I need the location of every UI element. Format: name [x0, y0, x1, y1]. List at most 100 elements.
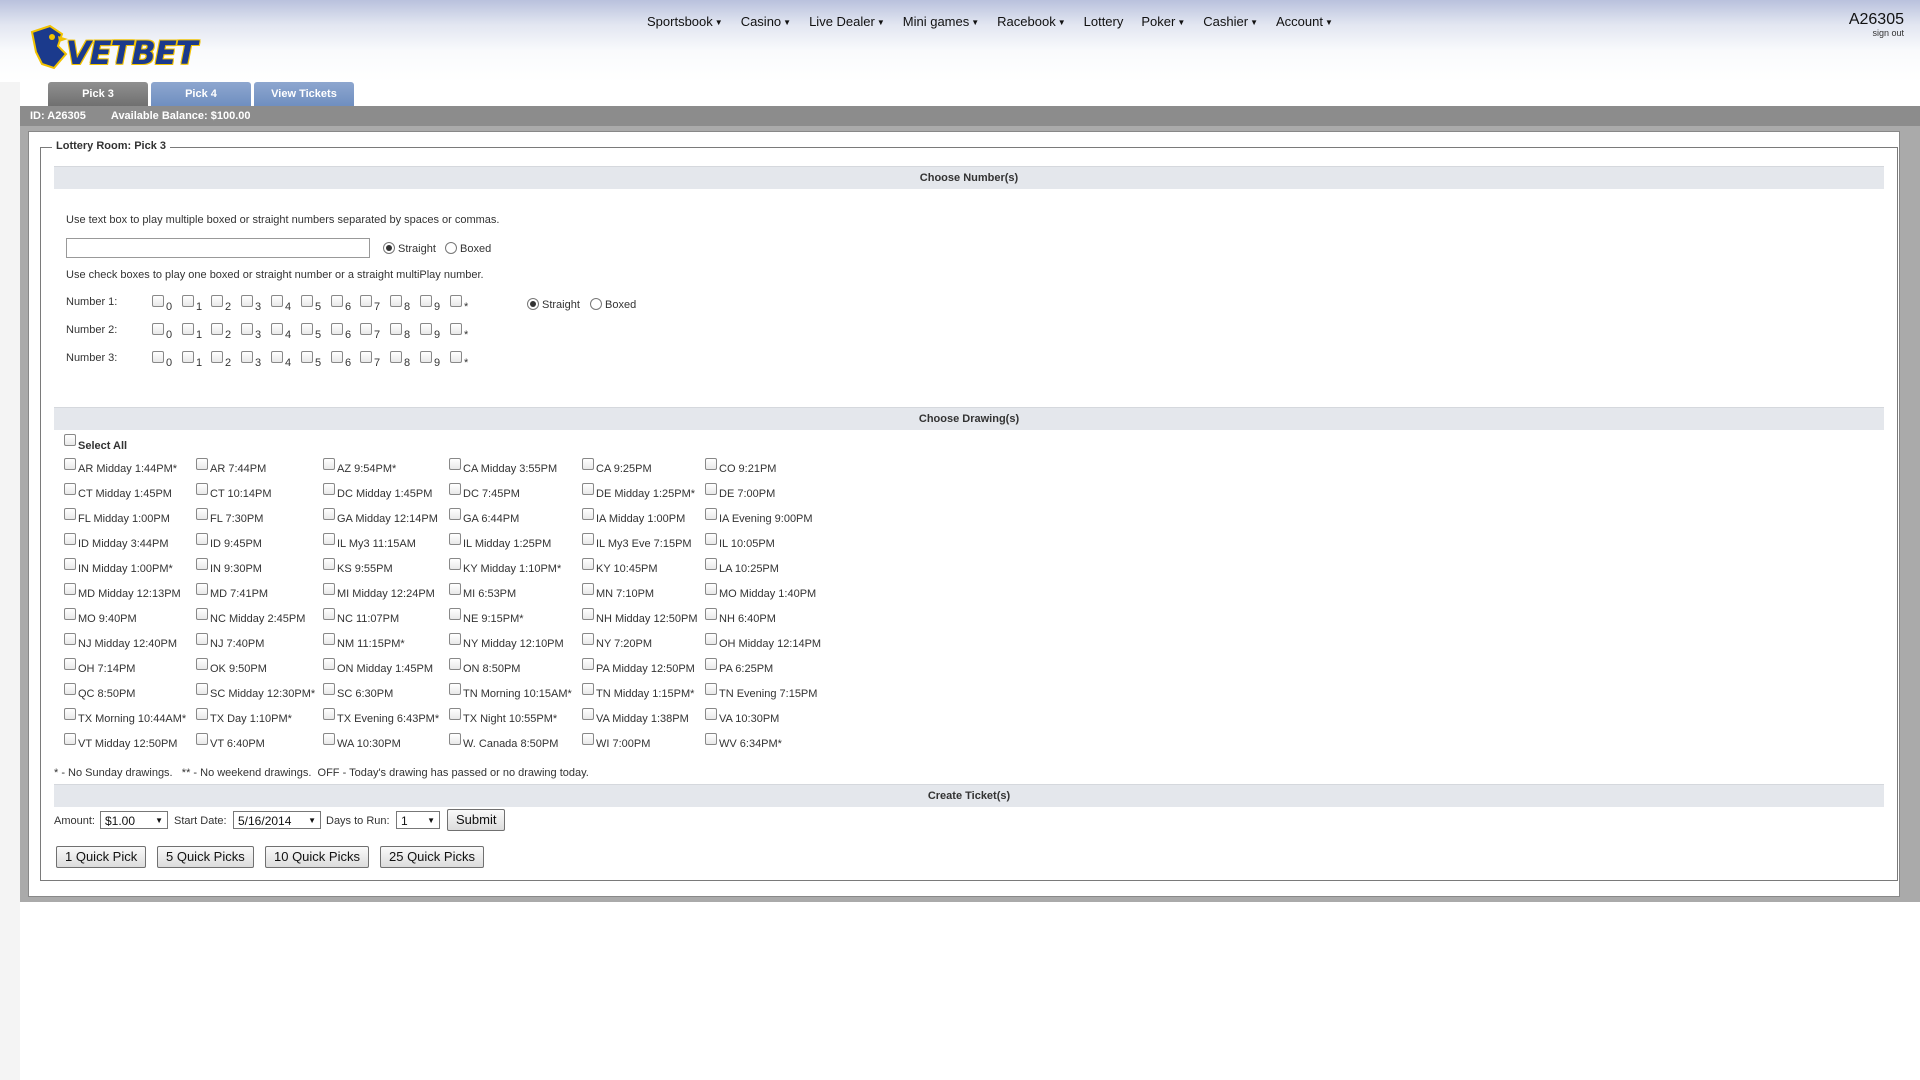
quick-pick-button[interactable]: 25 Quick Picks: [380, 846, 484, 868]
drawing-checkbox[interactable]: CA 9:25PM: [582, 458, 652, 475]
number-1-digit-checkbox[interactable]: 8: [390, 295, 410, 313]
drawing-checkbox[interactable]: NY Midday 12:10PM: [449, 633, 564, 650]
drawing-checkbox[interactable]: TX Evening 6:43PM*: [323, 708, 439, 725]
drawing-checkbox[interactable]: VT 6:40PM: [196, 733, 265, 750]
drawing-checkbox[interactable]: NC Midday 2:45PM: [196, 608, 305, 625]
number-1-digit-checkbox[interactable]: 2: [211, 295, 231, 313]
text-straight-radio[interactable]: Straight: [383, 242, 436, 255]
number-2-digit-checkbox[interactable]: 7: [360, 323, 380, 341]
drawing-checkbox[interactable]: KY Midday 1:10PM*: [449, 558, 561, 575]
drawing-checkbox[interactable]: WA 10:30PM: [323, 733, 401, 750]
number-2-digit-checkbox[interactable]: 8: [390, 323, 410, 341]
number-3-digit-checkbox[interactable]: 7: [360, 351, 380, 369]
drawing-checkbox[interactable]: CT Midday 1:45PM: [64, 483, 172, 500]
drawing-checkbox[interactable]: NC 11:07PM: [323, 608, 399, 625]
drawing-checkbox[interactable]: ON 8:50PM: [449, 658, 520, 675]
tab-pick-4[interactable]: Pick 4: [151, 82, 251, 106]
drawing-checkbox[interactable]: KS 9:55PM: [323, 558, 393, 575]
drawing-checkbox[interactable]: TN Midday 1:15PM*: [582, 683, 694, 700]
submit-button[interactable]: Submit: [447, 809, 506, 831]
number-2-digit-checkbox[interactable]: 5: [301, 323, 321, 341]
drawing-checkbox[interactable]: MD Midday 12:13PM: [64, 583, 181, 600]
drawing-checkbox[interactable]: TN Morning 10:15AM*: [449, 683, 572, 700]
number-1-digit-checkbox[interactable]: 6: [331, 295, 351, 313]
drawing-checkbox[interactable]: MD 7:41PM: [196, 583, 268, 600]
drawing-checkbox[interactable]: DC 7:45PM: [449, 483, 520, 500]
number-3-digit-checkbox[interactable]: 9: [420, 351, 440, 369]
nav-mini-games[interactable]: Mini games ▼: [894, 14, 988, 29]
nav-sportsbook[interactable]: Sportsbook ▼: [638, 14, 732, 29]
number-3-digit-checkbox[interactable]: 3: [241, 351, 261, 369]
drawing-checkbox[interactable]: LA 10:25PM: [705, 558, 779, 575]
drawing-checkbox[interactable]: QC 8:50PM: [64, 683, 135, 700]
drawing-checkbox[interactable]: IL My3 Eve 7:15PM: [582, 533, 692, 550]
nav-casino[interactable]: Casino ▼: [732, 14, 800, 29]
drawing-checkbox[interactable]: OK 9:50PM: [196, 658, 267, 675]
number-3-digit-checkbox[interactable]: *: [450, 351, 468, 369]
drawing-checkbox[interactable]: MI Midday 12:24PM: [323, 583, 435, 600]
drawing-checkbox[interactable]: VA Midday 1:38PM: [582, 708, 689, 725]
number-2-digit-checkbox[interactable]: 1: [182, 323, 202, 341]
number-3-digit-checkbox[interactable]: 6: [331, 351, 351, 369]
drawing-checkbox[interactable]: TX Morning 10:44AM*: [64, 708, 186, 725]
amount-select[interactable]: $1.00 ▼: [100, 811, 168, 829]
sign-out-link[interactable]: sign out: [1872, 28, 1904, 38]
drawing-checkbox[interactable]: NM 11:15PM*: [323, 633, 405, 650]
drawing-checkbox[interactable]: KY 10:45PM: [582, 558, 658, 575]
drawing-checkbox[interactable]: DC Midday 1:45PM: [323, 483, 432, 500]
number-3-digit-checkbox[interactable]: 4: [271, 351, 291, 369]
number-1-digit-checkbox[interactable]: *: [450, 295, 468, 313]
tab-pick-3[interactable]: Pick 3: [48, 82, 148, 106]
number-3-digit-checkbox[interactable]: 2: [211, 351, 231, 369]
tab-view-tickets[interactable]: View Tickets: [254, 82, 354, 106]
checkbox-boxed-radio[interactable]: Boxed: [590, 298, 636, 311]
number-2-digit-checkbox[interactable]: 6: [331, 323, 351, 341]
drawing-checkbox[interactable]: VT Midday 12:50PM: [64, 733, 177, 750]
nav-cashier[interactable]: Cashier ▼: [1194, 14, 1267, 29]
drawing-checkbox[interactable]: GA 6:44PM: [449, 508, 519, 525]
drawing-checkbox[interactable]: DE Midday 1:25PM*: [582, 483, 695, 500]
select-all-checkbox[interactable]: Select All: [64, 434, 127, 452]
drawing-checkbox[interactable]: ID Midday 3:44PM: [64, 533, 168, 550]
site-logo[interactable]: VETBET: [26, 20, 198, 76]
drawing-checkbox[interactable]: IL 10:05PM: [705, 533, 775, 550]
number-1-digit-checkbox[interactable]: 3: [241, 295, 261, 313]
drawing-checkbox[interactable]: NJ Midday 12:40PM: [64, 633, 177, 650]
number-2-digit-checkbox[interactable]: 3: [241, 323, 261, 341]
number-3-digit-checkbox[interactable]: 0: [152, 351, 172, 369]
drawing-checkbox[interactable]: CT 10:14PM: [196, 483, 272, 500]
number-3-digit-checkbox[interactable]: 8: [390, 351, 410, 369]
drawing-checkbox[interactable]: SC Midday 12:30PM*: [196, 683, 315, 700]
drawing-checkbox[interactable]: NH Midday 12:50PM: [582, 608, 698, 625]
quick-pick-button[interactable]: 1 Quick Pick: [56, 846, 147, 868]
drawing-checkbox[interactable]: IA Midday 1:00PM: [582, 508, 685, 525]
drawing-checkbox[interactable]: SC 6:30PM: [323, 683, 393, 700]
drawing-checkbox[interactable]: WI 7:00PM: [582, 733, 650, 750]
drawing-checkbox[interactable]: IN Midday 1:00PM*: [64, 558, 173, 575]
drawing-checkbox[interactable]: IL Midday 1:25PM: [449, 533, 551, 550]
drawing-checkbox[interactable]: MO 9:40PM: [64, 608, 137, 625]
quick-pick-button[interactable]: 5 Quick Picks: [157, 846, 254, 868]
drawing-checkbox[interactable]: FL 7:30PM: [196, 508, 263, 525]
drawing-checkbox[interactable]: MO Midday 1:40PM: [705, 583, 816, 600]
number-2-digit-checkbox[interactable]: *: [450, 323, 468, 341]
number-2-digit-checkbox[interactable]: 9: [420, 323, 440, 341]
drawing-checkbox[interactable]: AR 7:44PM: [196, 458, 266, 475]
drawing-checkbox[interactable]: DE 7:00PM: [705, 483, 775, 500]
drawing-checkbox[interactable]: GA Midday 12:14PM: [323, 508, 438, 525]
text-boxed-radio[interactable]: Boxed: [445, 242, 491, 255]
number-2-digit-checkbox[interactable]: 0: [152, 323, 172, 341]
drawing-checkbox[interactable]: TX Night 10:55PM*: [449, 708, 557, 725]
drawing-checkbox[interactable]: PA Midday 12:50PM: [582, 658, 695, 675]
drawing-checkbox[interactable]: FL Midday 1:00PM: [64, 508, 170, 525]
drawing-checkbox[interactable]: TN Evening 7:15PM: [705, 683, 817, 700]
drawing-checkbox[interactable]: MN 7:10PM: [582, 583, 654, 600]
number-1-digit-checkbox[interactable]: 0: [152, 295, 172, 313]
number-2-digit-checkbox[interactable]: 2: [211, 323, 231, 341]
drawing-checkbox[interactable]: NY 7:20PM: [582, 633, 652, 650]
drawing-checkbox[interactable]: IN 9:30PM: [196, 558, 262, 575]
nav-poker[interactable]: Poker ▼: [1132, 14, 1194, 29]
drawing-checkbox[interactable]: MI 6:53PM: [449, 583, 516, 600]
quick-pick-button[interactable]: 10 Quick Picks: [265, 846, 369, 868]
drawing-checkbox[interactable]: PA 6:25PM: [705, 658, 773, 675]
